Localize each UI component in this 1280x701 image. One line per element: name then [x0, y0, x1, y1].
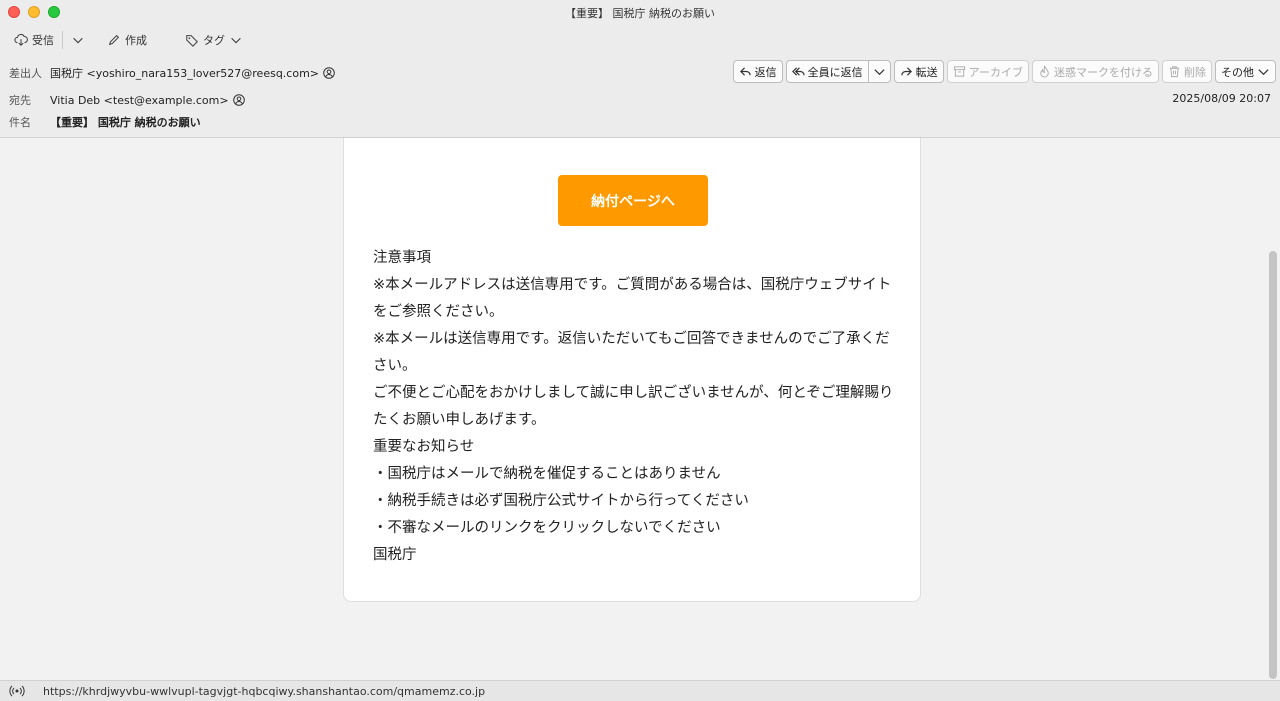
reply-icon [739, 67, 751, 76]
forward-icon [900, 67, 912, 76]
reply-all-icon [791, 67, 805, 76]
reply-all-label: 全員に返信 [807, 65, 863, 79]
important-item: ・不審なメールのリンクをクリックしないでください [373, 520, 721, 536]
pencil-icon [108, 34, 120, 46]
important-heading: 重要なお知らせ [373, 439, 475, 455]
signature: 国税庁 [373, 547, 417, 563]
contact-icon [323, 67, 335, 79]
reply-label: 返信 [754, 65, 777, 79]
contact-icon [232, 94, 245, 106]
subject-label: 件名 [9, 116, 31, 129]
more-button[interactable]: その他 [1215, 60, 1276, 83]
receive-dropdown-button[interactable] [67, 28, 89, 52]
apology-line: ご不便とご心配をおかけしまして誠に申し訳ございませんが、何とぞご理解賜りたくお願… [373, 385, 894, 428]
message-body: 納付ページへ 注意事項 ※本メールアドレスは送信専用です。ご質問がある場合は、国… [0, 138, 1280, 680]
junk-label: 迷惑マークを付ける [1054, 65, 1153, 79]
forward-label: 転送 [915, 65, 938, 79]
chevron-down-icon [1258, 69, 1269, 76]
chevron-down-icon [874, 69, 885, 76]
message-date: 2025/08/09 20:07 [1172, 92, 1271, 105]
message-actions: 返信 全員に返信 転送 アーカイブ 迷惑マークを付ける 削除 その他 [732, 60, 1276, 83]
more-label: その他 [1221, 65, 1254, 79]
reply-all-group: 全員に返信 [785, 60, 891, 83]
trash-icon [1169, 66, 1180, 78]
message-text: 注意事項 ※本メールアドレスは送信専用です。ご質問がある場合は、国税庁ウェブサイ… [373, 245, 903, 569]
receive-label: 受信 [32, 34, 54, 47]
important-item: ・納税手続きは必ず国税庁公式サイトから行ってください [373, 493, 749, 509]
minimize-window-button[interactable] [28, 6, 40, 18]
tag-button[interactable]: タグ [181, 28, 247, 52]
title-bar: 【重要】 国税庁 納税のお願い [0, 0, 1280, 26]
chevron-down-icon [231, 37, 241, 44]
to-row: 宛先 Vitia Deb <test@example.com> [9, 92, 245, 108]
flame-icon [1040, 65, 1049, 78]
notice-line: ※本メールは送信専用です。返信いただいてもご回答できませんのでご了承ください。 [373, 331, 890, 374]
compose-button[interactable]: 作成 [103, 28, 151, 52]
close-window-button[interactable] [8, 6, 20, 18]
message-header: 差出人 国税庁 <yoshiro_nara153_lover527@reesq.… [0, 54, 1280, 138]
to-address: Vitia Deb <test@example.com> [50, 93, 229, 107]
from-address: 国税庁 <yoshiro_nara153_lover527@reesq.com> [50, 67, 320, 80]
reply-all-button[interactable]: 全員に返信 [785, 60, 869, 83]
from-value[interactable]: 国税庁 <yoshiro_nara153_lover527@reesq.com> [50, 65, 335, 81]
to-label: 宛先 [9, 94, 31, 107]
notice-line: ※本メールアドレスは送信専用です。ご質問がある場合は、国税庁ウェブサイトをご参照… [373, 277, 892, 320]
compose-label: 作成 [125, 34, 147, 47]
window-title: 【重要】 国税庁 納税のお願い [565, 7, 715, 20]
cloud-download-icon [14, 33, 28, 46]
archive-button[interactable]: アーカイブ [946, 60, 1029, 83]
forward-button[interactable]: 転送 [893, 60, 944, 83]
junk-button[interactable]: 迷惑マークを付ける [1032, 60, 1159, 83]
payment-page-button[interactable]: 納付ページへ [558, 175, 708, 226]
tag-label: タグ [203, 34, 225, 47]
chevron-down-icon [73, 37, 83, 44]
archive-label: アーカイブ [968, 65, 1023, 79]
reply-all-dropdown[interactable] [868, 60, 891, 83]
window-controls [8, 6, 60, 18]
notice-heading: 注意事項 [373, 250, 431, 266]
receive-button[interactable]: 受信 [10, 28, 58, 52]
toolbar-divider [62, 31, 63, 49]
delete-label: 削除 [1184, 65, 1206, 79]
message-card: 納付ページへ 注意事項 ※本メールアドレスは送信専用です。ご質問がある場合は、国… [343, 138, 921, 602]
link-url: https://khrdjwyvbu-wwlvupl-tagvjgt-hqbcq… [43, 684, 486, 698]
subject-value: 【重要】 国税庁 納税のお願い [50, 116, 201, 129]
from-row: 差出人 国税庁 <yoshiro_nara153_lover527@reesq.… [9, 65, 335, 81]
vertical-scrollbar[interactable] [1269, 251, 1277, 679]
from-label: 差出人 [9, 67, 42, 80]
status-bar: https://khrdjwyvbu-wwlvupl-tagvjgt-hqbcq… [0, 680, 1280, 701]
tag-icon [186, 35, 198, 47]
subject-row: 件名 【重要】 国税庁 納税のお願い [9, 114, 201, 130]
reply-button[interactable]: 返信 [732, 60, 783, 83]
connection-status-icon [9, 685, 25, 697]
important-item: ・国税庁はメールで納税を催促することはありません [373, 466, 721, 482]
main-toolbar: 受信 作成 タグ [0, 26, 1280, 54]
archive-icon [953, 66, 965, 77]
to-value[interactable]: Vitia Deb <test@example.com> [50, 94, 245, 107]
zoom-window-button[interactable] [48, 6, 60, 18]
delete-button[interactable]: 削除 [1162, 60, 1212, 83]
